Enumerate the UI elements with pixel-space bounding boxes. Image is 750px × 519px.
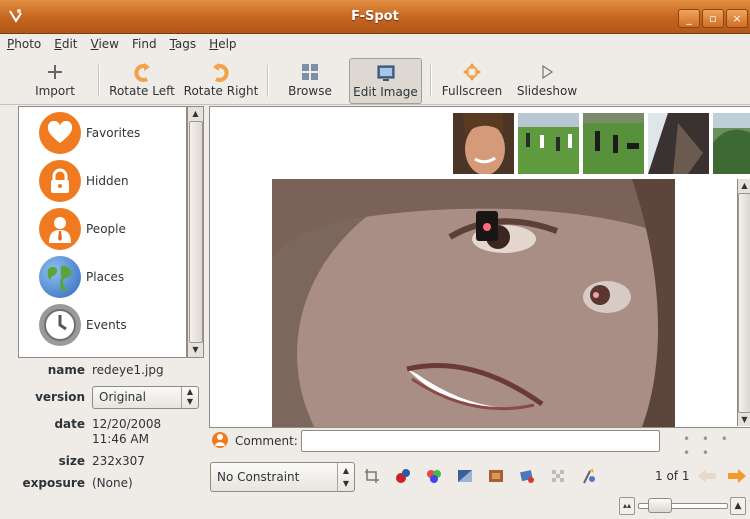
tag-list-scrollbar[interactable]: ▲ ▼ <box>187 106 204 358</box>
constraint-select[interactable]: No Constraint ▲ ▼ <box>210 462 355 492</box>
rotate-left-button[interactable]: Rotate Left <box>108 58 176 102</box>
comment-input[interactable] <box>301 430 660 452</box>
scrollbar-thumb[interactable] <box>189 121 203 343</box>
menu-photo[interactable]: Photo <box>0 34 47 56</box>
name-value: redeye1.jpg <box>92 363 164 377</box>
tag-item-places[interactable]: Places <box>39 255 124 299</box>
tag-item-hidden[interactable]: Hidden <box>39 159 129 203</box>
color-adjust-icon[interactable] <box>426 468 442 484</box>
filmstrip-thumbnail[interactable] <box>713 113 750 174</box>
person-icon <box>39 208 81 250</box>
exposure-label: exposure <box>22 476 85 490</box>
slideshow-icon <box>514 61 580 83</box>
previous-arrow-icon[interactable] <box>697 468 717 484</box>
minimize-button[interactable]: _ <box>678 9 700 28</box>
rotate-right-icon <box>183 61 259 83</box>
comment-label: Comment: <box>235 434 298 448</box>
toolbar: Import Rotate Left Rotate Right Browse E… <box>0 57 750 105</box>
scroll-down-arrow[interactable]: ▼ <box>188 343 203 356</box>
scroll-up-arrow[interactable]: ▲ <box>738 179 750 192</box>
version-label: version <box>35 390 85 404</box>
toolbar-separator <box>430 65 432 97</box>
close-button[interactable]: × <box>726 9 748 28</box>
clock-icon <box>39 304 81 346</box>
image-view-pane <box>209 106 750 428</box>
tag-item-people[interactable]: People <box>39 207 126 251</box>
crop-icon[interactable] <box>364 468 380 484</box>
slideshow-button[interactable]: Slideshow <box>514 58 580 102</box>
desaturate-icon[interactable] <box>457 468 473 484</box>
menu-find[interactable]: Find <box>125 34 163 56</box>
window-title: F-Spot <box>351 9 399 24</box>
edit-image-icon <box>350 62 421 84</box>
globe-icon <box>39 256 81 298</box>
select-arrows-icon: ▲ ▼ <box>337 463 354 492</box>
page-counter: 1 of 1 <box>655 469 690 483</box>
time-value: 11:46 AM <box>92 432 149 446</box>
filmstrip-thumbnail[interactable] <box>648 113 709 174</box>
menu-edit[interactable]: Edit <box>47 34 83 56</box>
date-value: 12/20/2008 <box>92 417 162 431</box>
browse-button[interactable]: Browse <box>281 58 339 102</box>
comment-row: Comment: • • • • • <box>209 428 750 460</box>
date-label: date <box>54 417 85 431</box>
next-arrow-icon[interactable] <box>727 468 747 484</box>
auto-color-icon[interactable] <box>581 468 597 484</box>
heart-icon <box>39 112 81 154</box>
menu-tags[interactable]: Tags <box>163 34 203 56</box>
lock-icon <box>39 160 81 202</box>
scrollbar-thumb[interactable] <box>738 193 750 413</box>
rotate-left-icon <box>108 61 176 83</box>
scroll-up-arrow[interactable]: ▲ <box>188 107 203 120</box>
maximize-button[interactable]: ▫ <box>702 9 724 28</box>
select-arrows-icon: ▲ ▼ <box>181 387 198 408</box>
straighten-icon[interactable] <box>519 468 535 484</box>
tag-item-favorites[interactable]: Favorites <box>39 111 140 155</box>
tag-list[interactable]: Favorites Hidden People Places Events <box>18 106 187 358</box>
sepia-icon[interactable] <box>488 468 504 484</box>
fullscreen-button[interactable]: Fullscreen <box>440 58 504 102</box>
edit-toolbar: No Constraint ▲ ▼ 1 of 1 <box>209 462 750 494</box>
rotate-right-button[interactable]: Rotate Right <box>183 58 259 102</box>
browse-icon <box>281 61 339 83</box>
soft-focus-icon[interactable] <box>550 468 566 484</box>
edited-photo[interactable] <box>272 179 675 427</box>
import-icon <box>24 61 86 83</box>
zoom-control: ▴▴ ▲ <box>614 497 749 515</box>
zoom-out-icon[interactable]: ▴▴ <box>619 497 635 515</box>
fullscreen-icon <box>440 61 504 83</box>
filmstrip-thumbnail[interactable] <box>583 113 644 174</box>
toolbar-separator <box>98 65 100 97</box>
window-titlebar[interactable]: F-Spot _ ▫ × <box>0 0 750 34</box>
version-select[interactable]: Original ▲ ▼ <box>92 386 199 409</box>
comment-person-icon <box>212 432 228 448</box>
menu-view[interactable]: View <box>84 34 125 56</box>
filmstrip-thumbnail[interactable] <box>453 113 514 174</box>
drag-handle-dots[interactable]: • • • • • <box>683 432 750 460</box>
menu-help[interactable]: Help <box>202 34 242 56</box>
size-value: 232x307 <box>92 454 145 468</box>
scroll-down-arrow[interactable]: ▼ <box>738 413 750 426</box>
redeye-icon[interactable] <box>395 468 411 484</box>
exposure-value: (None) <box>92 476 133 490</box>
filmstrip-thumbnail[interactable] <box>518 113 579 174</box>
name-label: name <box>47 363 85 377</box>
size-label: size <box>58 454 85 468</box>
tag-item-events[interactable]: Events <box>39 303 127 347</box>
toolbar-separator <box>267 65 269 97</box>
menubar: Photo Edit View Find Tags Help <box>0 34 750 56</box>
image-view-scrollbar[interactable]: ▲ ▼ <box>737 179 750 426</box>
zoom-in-icon[interactable]: ▲ <box>730 497 746 515</box>
edit-image-button[interactable]: Edit Image <box>349 58 422 104</box>
import-button[interactable]: Import <box>24 58 86 102</box>
zoom-slider-thumb[interactable] <box>648 498 672 513</box>
